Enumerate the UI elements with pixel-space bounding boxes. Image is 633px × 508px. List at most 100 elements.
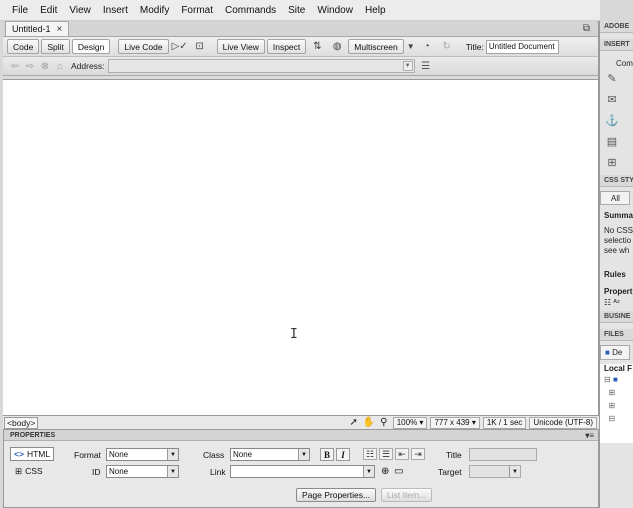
id-label: ID (92, 467, 101, 477)
sort-icons[interactable]: ☷ ᴬᶻ (600, 298, 633, 307)
title-input[interactable]: Untitled Document (485, 39, 559, 54)
design-canvas[interactable]: I (3, 79, 598, 415)
rules-label: Rules (604, 270, 626, 279)
title-field[interactable] (469, 448, 537, 461)
file-management-icon[interactable]: ⇅ (308, 39, 326, 54)
document-tab-row: Untitled-1 × ⧉ (3, 21, 598, 37)
address-input[interactable]: ▼ (107, 59, 415, 73)
files-panel-header[interactable]: FILES (600, 329, 633, 341)
indent-icon[interactable]: ⇥ (411, 448, 425, 460)
point-to-file-icon[interactable]: ⊕ (381, 466, 389, 477)
stop-icon[interactable]: ⊗ (39, 61, 51, 72)
business-catalyst-header[interactable]: BUSINE (600, 311, 633, 323)
preview-browser-icon[interactable]: ◍ (328, 39, 346, 54)
chevron-down-icon[interactable]: ▼ (402, 61, 413, 71)
insert-panel-header[interactable]: INSERT (600, 39, 633, 51)
link-input[interactable]: ▼ (230, 465, 375, 478)
tag-selector[interactable]: <body> (4, 416, 39, 429)
table-icon[interactable]: ⊞ (605, 157, 619, 169)
class-select[interactable]: None ▼ (230, 448, 310, 461)
adobe-panel-header[interactable]: ADOBE (600, 21, 633, 33)
zoom-tool-icon[interactable]: ⚲ (378, 417, 390, 428)
back-icon[interactable]: ⇦ (9, 61, 21, 72)
italic-button[interactable]: I (336, 448, 350, 461)
unordered-list-icon[interactable]: ☷ (363, 448, 377, 460)
menu-window[interactable]: Window (311, 5, 359, 16)
document-tab-label: Untitled-1 (12, 24, 51, 34)
files-site-select[interactable]: ■ De (600, 345, 630, 360)
inspect-button[interactable]: Inspect (266, 39, 307, 54)
menu-file[interactable]: File (6, 5, 34, 16)
refresh-icon[interactable]: ↻ (438, 39, 456, 54)
browse-folder-icon[interactable]: ▭ (394, 466, 403, 477)
insert-category[interactable]: Com (600, 59, 633, 68)
html-mode-button[interactable]: <> HTML (10, 447, 55, 461)
horizontal-rule-icon[interactable]: ▤ (605, 136, 619, 148)
named-anchor-icon[interactable]: ⚓ (605, 115, 619, 127)
panel-menu-icon[interactable]: ▾≡ (585, 430, 594, 441)
format-select[interactable]: None ▼ (106, 448, 179, 461)
email-link-icon[interactable]: ✉ (605, 94, 619, 106)
multiscreen-button[interactable]: Multiscreen (348, 39, 404, 54)
address-label: Address: (71, 61, 105, 71)
id-select[interactable]: None ▼ (106, 465, 179, 478)
list-item-button[interactable]: List Item... (381, 488, 433, 502)
class-label: Class (203, 450, 225, 460)
target-select[interactable]: ▼ (469, 465, 521, 478)
forward-icon[interactable]: ⇨ (24, 61, 36, 72)
document-toolbar: Code Split Design Live Code ▷✓ ⊡ Live Vi… (3, 37, 598, 57)
window-size-select[interactable]: 777 x 439 ▾ (430, 416, 480, 429)
target-label: Target (438, 467, 462, 477)
code-view-button[interactable]: Code (7, 39, 40, 54)
page-properties-button[interactable]: Page Properties... (296, 488, 377, 502)
format-label: Format (74, 450, 101, 460)
document-tab[interactable]: Untitled-1 × (5, 21, 70, 36)
select-tool-icon[interactable]: ➚ (348, 417, 360, 428)
document-window: Untitled-1 × ⧉ Code Split Design Live Co… (3, 21, 599, 415)
browse-options-icon[interactable]: ☰ (420, 61, 432, 72)
design-view-button[interactable]: Design (71, 39, 111, 54)
menu-insert[interactable]: Insert (97, 5, 134, 16)
browser-navigation-toolbar: ⇦ ⇨ ⊗ ⌂ Address: ▼ ☰ (3, 57, 598, 76)
menu-site[interactable]: Site (282, 5, 311, 16)
live-view-button[interactable]: Live View (216, 39, 265, 54)
zoom-select[interactable]: 100% ▾ (392, 416, 428, 429)
visual-aids-icon[interactable]: ◔ (418, 39, 436, 54)
menu-format[interactable]: Format (175, 5, 219, 16)
menu-edit[interactable]: Edit (34, 5, 63, 16)
chevron-down-icon: ▼ (363, 466, 374, 477)
text-cursor-icon: I (290, 327, 298, 342)
encoding: Unicode (UTF-8) (529, 416, 597, 429)
menu-help[interactable]: Help (359, 5, 392, 16)
close-icon[interactable]: × (57, 24, 63, 35)
summary-text-3: see wh (604, 246, 630, 255)
validate-icon[interactable]: ⊡ (191, 39, 209, 54)
menu-modify[interactable]: Modify (134, 5, 175, 16)
restore-window-icon[interactable]: ⧉ (583, 23, 590, 34)
split-view-button[interactable]: Split (41, 39, 70, 54)
files-tree[interactable]: ⊟ ■ ⊞ ⊞ ⊟ (600, 373, 633, 443)
menu-bar: File Edit View Insert Modify Format Comm… (0, 0, 600, 21)
live-code-button[interactable]: Live Code (118, 39, 169, 54)
menu-commands[interactable]: Commands (219, 5, 282, 16)
chevron-down-icon[interactable]: ▼ (406, 39, 416, 54)
title-label: Title: (465, 41, 484, 52)
outdent-icon[interactable]: ⇤ (395, 448, 409, 460)
chevron-down-icon: ▼ (298, 449, 309, 460)
link-label: Link (210, 467, 226, 477)
css-mode-button[interactable]: ⊞ CSS (12, 464, 46, 478)
code-icon: <> (14, 449, 24, 459)
summary-label: Summar (604, 211, 633, 220)
chevron-down-icon: ▼ (509, 466, 520, 477)
summary-text-2: selectio (604, 236, 632, 245)
chevron-down-icon: ▼ (167, 449, 178, 460)
css-styles-header[interactable]: CSS STY (600, 175, 633, 187)
bold-button[interactable]: B (320, 448, 334, 461)
css-all-tab[interactable]: All (600, 191, 630, 205)
ordered-list-icon[interactable]: ☰ (379, 448, 393, 460)
hyperlink-icon[interactable]: ✎ (605, 73, 619, 85)
browser-compat-icon[interactable]: ▷✓ (171, 39, 189, 54)
menu-view[interactable]: View (63, 5, 97, 16)
home-icon[interactable]: ⌂ (54, 61, 66, 72)
hand-tool-icon[interactable]: ✋ (363, 417, 375, 428)
